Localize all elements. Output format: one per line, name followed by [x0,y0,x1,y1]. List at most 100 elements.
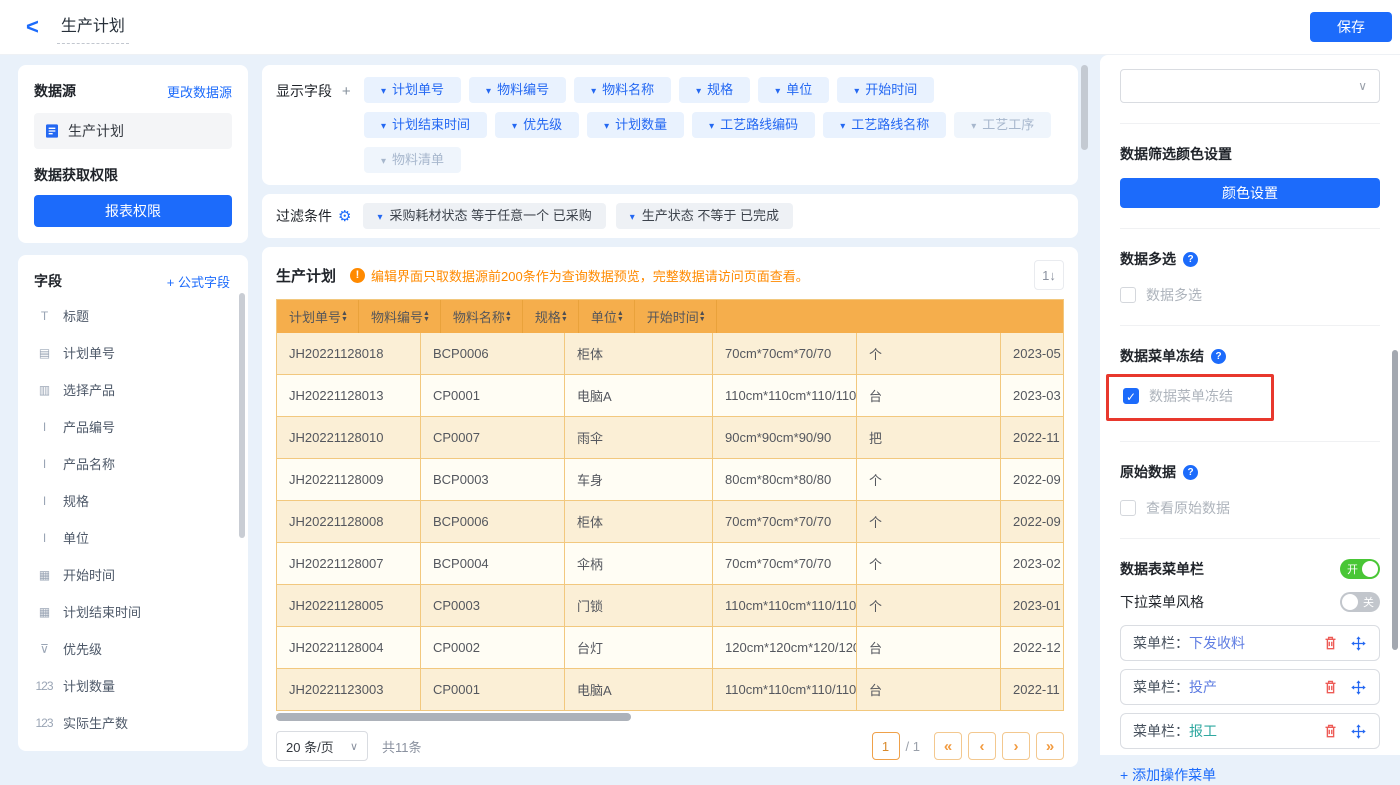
column-header[interactable]: 规格 ▲▼ [523,300,579,333]
move-icon[interactable] [1349,634,1367,652]
column-header[interactable]: 开始时间 ▲▼ [635,300,717,333]
help-icon[interactable]: ? [1211,349,1226,364]
window-scrollbar[interactable] [1392,350,1398,650]
table-row[interactable]: JH20221128010 CP0007 雨伞 90cm*90cm*90/90 … [277,417,1063,459]
last-page-button[interactable]: » [1036,732,1064,760]
help-icon[interactable]: ? [1183,252,1198,267]
menu-item-row[interactable]: 菜单栏： 下发收料 [1120,625,1380,661]
table-row[interactable]: JH20221128009 BCP0003 车身 80cm*80cm*80/80… [277,459,1063,501]
formula-field-link[interactable]: + 公式字段 [167,272,230,291]
display-field-chip[interactable]: 开始时间 [837,77,934,103]
cell-start-time: 2022-11 [1001,669,1064,710]
table-row[interactable]: JH20221128005 CP0003 门锁 110cm*110cm*110/… [277,585,1063,627]
prev-page-button[interactable]: ‹ [968,732,996,760]
multi-select-checkbox[interactable] [1120,287,1136,303]
field-item[interactable]: T 标题 [34,297,238,334]
multi-select-checkbox-label: 数据多选 [1146,285,1202,305]
table-row[interactable]: JH20221128018 BCP0006 柜体 70cm*70cm*70/70… [277,333,1063,375]
field-item[interactable]: 123 剩余生产数 [34,741,238,751]
column-sort-icon[interactable]: ▲▼ [341,311,348,323]
field-item[interactable]: I 规格 [34,482,238,519]
display-field-chip[interactable]: 物料编号 [469,77,566,103]
sort-order-button[interactable]: 1↓ [1034,260,1064,290]
column-sort-icon[interactable]: ▲▼ [505,311,512,323]
column-sort-icon[interactable]: ▲▼ [561,311,568,323]
column-header[interactable]: 物料编号 ▲▼ [359,300,441,333]
move-icon[interactable] [1349,678,1367,696]
table-row[interactable]: JH20221123003 CP0001 电脑A 110cm*110cm*110… [277,669,1063,711]
sidebar-scrollbar[interactable] [239,293,245,538]
display-field-chip[interactable]: 工艺路线名称 [823,112,946,138]
display-field-chip[interactable]: 工艺路线编码 [692,112,815,138]
display-field-chip[interactable]: 物料清单 [364,147,461,173]
raw-data-checkbox[interactable] [1120,500,1136,516]
next-page-button[interactable]: › [1002,732,1030,760]
display-field-chip[interactable]: 计划结束时间 [364,112,487,138]
delete-icon[interactable] [1321,722,1339,740]
gear-icon[interactable]: ⚙ [338,207,351,225]
dropdown-style-toggle[interactable]: 关 [1340,592,1380,612]
delete-icon[interactable] [1321,634,1339,652]
page-size-select[interactable]: 20 条/页 ∨ [276,731,368,761]
column-sort-icon[interactable]: ▲▼ [617,311,624,323]
table-horizontal-scrollbar[interactable] [276,713,1064,721]
menu-item-row[interactable]: 菜单栏： 报工 [1120,713,1380,749]
column-sort-icon[interactable]: ▲▼ [423,311,430,323]
menu-item-row[interactable]: 菜单栏： 投产 [1120,669,1380,705]
filter-condition-chip[interactable]: 生产状态 不等于 已完成 [616,203,793,229]
cell-material-no: CP0002 [421,627,565,668]
field-item[interactable]: ▦ 开始时间 [34,556,238,593]
add-display-field-icon[interactable]: + [342,83,351,100]
table-row[interactable]: JH20221128008 BCP0006 柜体 70cm*70cm*70/70… [277,501,1063,543]
report-permission-button[interactable]: 报表权限 [34,195,232,227]
cell-unit: 个 [857,459,1001,500]
back-icon[interactable]: < [26,16,39,38]
filter-condition-chip[interactable]: 采购耗材状态 等于任意一个 已采购 [363,203,605,229]
field-label: 计划结束时间 [63,602,141,621]
field-item[interactable]: I 单位 [34,519,238,556]
topbar: < 生产计划 保存 [0,0,1400,55]
datasource-item[interactable]: 生产计划 [34,113,232,149]
field-item[interactable]: ▦ 计划结束时间 [34,593,238,630]
display-field-chip[interactable]: 计划数量 [587,112,684,138]
column-label: 物料编号 [371,307,423,326]
cell-plan-no: JH20221128018 [277,333,421,374]
field-item[interactable]: ▥ 选择产品 [34,371,238,408]
field-type-icon: 123 [34,716,54,730]
save-button[interactable]: 保存 [1310,12,1392,42]
menu-freeze-checkbox[interactable] [1123,388,1139,404]
first-page-button[interactable]: « [934,732,962,760]
display-field-chip[interactable]: 优先级 [495,112,579,138]
help-icon[interactable]: ? [1183,465,1198,480]
table-row[interactable]: JH20221128004 CP0002 台灯 120cm*120cm*120/… [277,627,1063,669]
column-sort-icon[interactable]: ▲▼ [699,311,706,323]
column-header[interactable]: 单位 ▲▼ [579,300,635,333]
table-row[interactable]: JH20221128013 CP0001 电脑A 110cm*110cm*110… [277,375,1063,417]
display-field-chip[interactable]: 工艺工序 [954,112,1051,138]
settings-select[interactable]: ∨ [1120,69,1380,103]
display-field-chip[interactable]: 单位 [758,77,829,103]
raw-data-checkbox-label: 查看原始数据 [1146,498,1230,518]
add-action-menu-link[interactable]: + 添加操作菜单 [1120,765,1380,785]
move-icon[interactable] [1349,722,1367,740]
field-item[interactable]: I 产品编号 [34,408,238,445]
current-page-input[interactable]: 1 [872,732,900,760]
field-item[interactable]: I 产品名称 [34,445,238,482]
column-header[interactable]: 物料名称 ▲▼ [441,300,523,333]
field-item[interactable]: ⊽ 优先级 [34,630,238,667]
color-settings-button[interactable]: 颜色设置 [1120,178,1380,208]
change-datasource-link[interactable]: 更改数据源 [167,82,232,101]
display-field-chip[interactable]: 规格 [679,77,750,103]
field-label: 剩余生产数 [63,750,128,751]
field-item[interactable]: ▤ 计划单号 [34,334,238,371]
datasource-card: 数据源 更改数据源 生产计划 数据获取权限 报表权限 [18,65,248,243]
delete-icon[interactable] [1321,678,1339,696]
menubar-toggle[interactable]: 开 [1340,559,1380,579]
field-item[interactable]: 123 实际生产数 [34,704,238,741]
main-column-scrollbar[interactable] [1081,65,1088,150]
display-field-chip[interactable]: 计划单号 [364,77,461,103]
column-header[interactable]: 计划单号 ▲▼ [277,300,359,333]
display-field-chip[interactable]: 物料名称 [574,77,671,103]
table-row[interactable]: JH20221128007 BCP0004 伞柄 70cm*70cm*70/70… [277,543,1063,585]
field-item[interactable]: 123 计划数量 [34,667,238,704]
